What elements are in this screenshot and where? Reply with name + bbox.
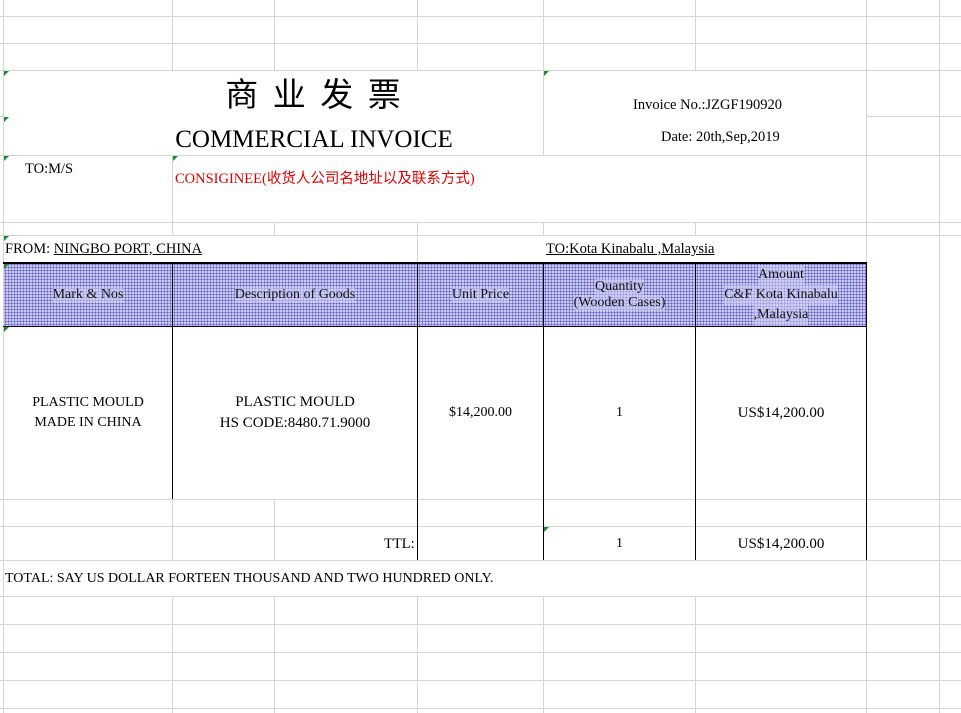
table-border — [3, 262, 867, 264]
table-border — [417, 263, 418, 560]
title-english: COMMERCIAL INVOICE — [175, 126, 453, 153]
comment-marker-icon[interactable] — [544, 527, 549, 532]
header-label: (Wooden Cases) — [573, 294, 666, 311]
invoice-date: Date: 20th,Sep,2019 — [661, 129, 780, 145]
comment-marker-icon[interactable] — [4, 236, 9, 241]
gridline — [0, 222, 961, 223]
header-label: Mark & Nos — [52, 286, 124, 303]
spreadsheet-grid[interactable]: 商 业 发 票 COMMERCIAL INVOICE Invoice No.:J… — [0, 0, 961, 713]
header-description: Description of Goods — [173, 263, 417, 326]
comment-marker-icon[interactable] — [4, 327, 9, 332]
header-label: ,Malaysia — [753, 304, 809, 325]
cell-mark-nos[interactable]: PLASTIC MOULD MADE IN CHINA — [4, 327, 172, 499]
cell-text: PLASTIC MOULD — [32, 395, 144, 410]
from-label: FROM: — [5, 241, 51, 257]
table-border — [543, 263, 544, 560]
gridline — [0, 680, 961, 681]
merged-consignee-cell — [173, 156, 866, 222]
cell-text: HS CODE:8480.71.9000 — [219, 415, 371, 431]
gridline — [0, 43, 961, 44]
cell-text: MADE IN CHINA — [34, 415, 142, 430]
ttl-label: TTL: — [384, 536, 415, 552]
ttl-quantity[interactable]: 1 — [544, 527, 695, 560]
comment-marker-icon[interactable] — [4, 71, 9, 76]
consignee-placeholder: CONSIGINEE(收货人公司名地址以及联系方式) — [175, 171, 475, 187]
cell-amount[interactable]: US$14,200.00 — [696, 327, 866, 499]
header-label: Amount — [758, 264, 804, 285]
total-in-words: TOTAL: SAY US DOLLAR FORTEEN THOUSAND AN… — [5, 571, 494, 586]
comment-marker-icon[interactable] — [4, 156, 9, 161]
to-ms-label: TO:M/S — [25, 161, 74, 177]
gridline — [0, 624, 961, 625]
table-border — [3, 326, 867, 327]
comment-marker-icon[interactable] — [173, 156, 178, 161]
comment-marker-icon[interactable] — [544, 71, 549, 76]
title-chinese: 商 业 发 票 — [225, 75, 403, 114]
comment-marker-icon[interactable] — [4, 264, 9, 269]
cell-unit-price[interactable]: $14,200.00 — [418, 327, 543, 499]
header-amount: Amount C&F Kota Kinabalu ,Malaysia — [696, 263, 866, 326]
table-border — [695, 263, 696, 560]
from-value: NINGBO PORT, CHINA — [53, 241, 203, 257]
cell-quantity[interactable]: 1 — [544, 327, 695, 499]
gridline — [0, 499, 961, 500]
header-label: C&F Kota Kinabalu — [724, 284, 838, 305]
to-port: TO:Kota Kinabalu ,Malaysia — [546, 241, 715, 257]
header-mark-nos: Mark & Nos — [4, 263, 172, 326]
comment-marker-icon[interactable] — [4, 117, 9, 122]
from-port: FROM: NINGBO PORT, CHINA — [5, 242, 202, 257]
table-border — [172, 263, 173, 499]
header-label: Quantity — [595, 278, 644, 295]
cell-description[interactable]: PLASTIC MOULD HS CODE:8480.71.9000 — [173, 327, 417, 499]
table-border — [866, 263, 867, 560]
header-quantity: Quantity (Wooden Cases) — [544, 263, 695, 326]
header-unit-price: Unit Price — [418, 263, 543, 326]
invoice-number: Invoice No.:JZGF190920 — [633, 97, 783, 113]
gridline — [0, 708, 961, 709]
gridline — [0, 652, 961, 653]
gridline — [939, 0, 940, 713]
cell-text: PLASTIC MOULD — [235, 394, 355, 410]
gridline — [0, 16, 961, 17]
gridline — [0, 596, 961, 597]
header-label: Description of Goods — [234, 286, 356, 303]
header-label: Unit Price — [451, 286, 510, 303]
ttl-amount[interactable]: US$14,200.00 — [696, 527, 866, 560]
